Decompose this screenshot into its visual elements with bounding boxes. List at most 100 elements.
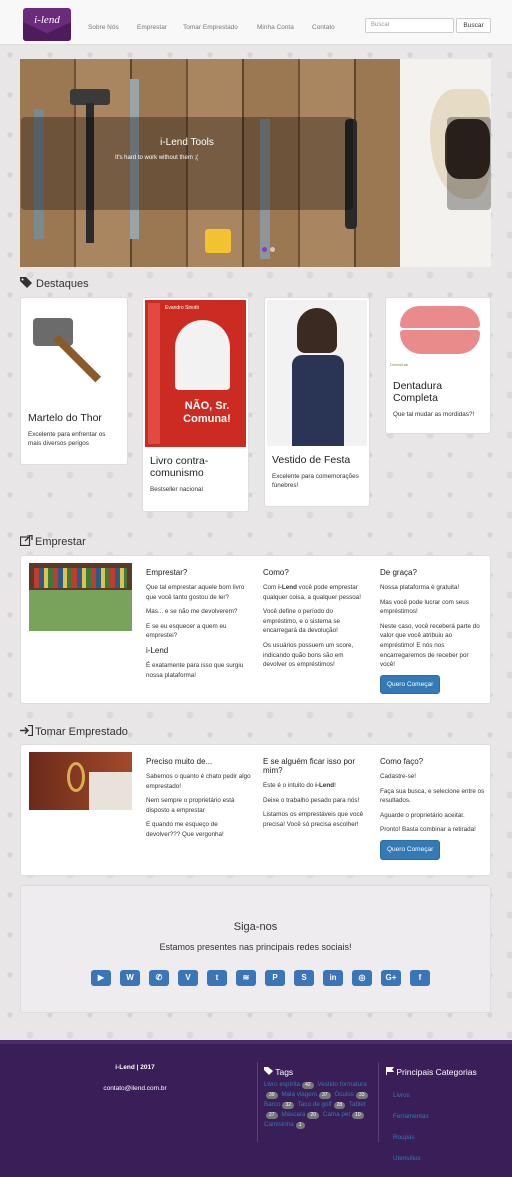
whatsapp-icon: ✆ [149, 970, 169, 986]
wordpress-icon-link[interactable]: W [118, 970, 140, 986]
carousel-indicator-2[interactable] [270, 247, 275, 252]
card-livro[interactable]: Evandro Sinotti NÃO, Sr. Comuna! Livro c… [142, 297, 249, 512]
col-heading: Como faço? [380, 757, 424, 766]
book-spine-shape [148, 303, 160, 444]
denture-upper-shape [400, 306, 480, 328]
category-link[interactable]: Utensílios [393, 1148, 429, 1169]
nav-item-sobre[interactable]: Sobre Nós [88, 24, 119, 31]
text-span: Com [263, 584, 279, 591]
hammer-handle-shape [53, 334, 102, 383]
col-subheading: i-Lend [146, 645, 169, 655]
logo[interactable]: i-lend [23, 8, 71, 41]
quero-comecar-button[interactable]: Quero Começar [380, 839, 441, 860]
tomar-col-2: E se alguém ficar isso por mim? Este é o… [263, 757, 368, 834]
nav-item-tomar-emprestado[interactable]: Tomar Emprestado [183, 24, 238, 31]
youtube-icon-link[interactable]: ▶ [89, 970, 111, 986]
col-text: Nem sempre o proprietário está disposto … [146, 797, 235, 814]
card-martelo[interactable]: Martelo do Thor Excelente para enfrentar… [20, 297, 128, 465]
skype-icon: S [294, 970, 314, 986]
category-link[interactable]: Livros [393, 1085, 429, 1106]
tag-link[interactable]: Óculos [334, 1091, 354, 1098]
nav-item-contato[interactable]: Contato [312, 24, 335, 31]
tag-cloud: Livro espírita 42 Vestido formatura 39 Mal… [264, 1080, 372, 1130]
tag-count-badge: 28 [333, 1102, 346, 1109]
google-plus-icon-link[interactable]: G+ [379, 970, 401, 986]
category-list: Livros Ferramentas Roupas Utensílios [393, 1085, 429, 1169]
category-link[interactable]: Roupas [393, 1127, 429, 1148]
tags-heading: Tags [264, 1067, 293, 1077]
books-shape [34, 568, 127, 588]
tomar-title: Tomar Emprestado [35, 726, 128, 738]
card-image [23, 300, 125, 404]
col-text: Mas você pode lucrar com seus empréstimo… [380, 598, 469, 616]
nav-item-emprestar[interactable]: Emprestar [137, 24, 167, 31]
card-title: Dentadura Completa [393, 380, 443, 404]
footer-divider [257, 1062, 258, 1142]
footer-contact: i-Lend | 2017 contato@ilend.com.br [0, 1064, 270, 1092]
quero-comecar-button[interactable]: Quero Começar [380, 674, 441, 695]
col-text: Neste caso, você receberá parte do valor… [380, 622, 480, 669]
follow-title: Siga-nos [233, 921, 278, 933]
linkedin-icon-link[interactable]: in [321, 970, 343, 986]
col-heading: Como? [263, 568, 289, 577]
tag-count-badge: 10 [352, 1112, 364, 1119]
tag-link[interactable]: Mala viagem [281, 1091, 317, 1098]
hand-shape [89, 772, 132, 810]
tomar-col-1: Preciso muito de... Sabemos o quanto é c… [146, 757, 251, 845]
tag-link[interactable]: Livro espírita [264, 1081, 300, 1088]
col-text: Sabemos o quanto é chato pedir algo empr… [146, 773, 251, 790]
door-knocker-image [29, 752, 132, 810]
card-desc: Excelente para enfrentar os mais diverso… [28, 431, 106, 447]
tag-link[interactable]: Vestido formatura [317, 1081, 366, 1088]
footer: i-Lend | 2017 contato@ilend.com.br Tags … [0, 1040, 512, 1177]
col-text: Com i-Lend você pode emprestar qualquer … [263, 583, 368, 602]
google-plus-icon: G+ [381, 970, 401, 986]
emprestar-col-1: Emprestar? Que tal emprestar aquele bom … [146, 568, 251, 685]
emprestar-title: Emprestar [35, 536, 86, 548]
whatsapp-icon-link[interactable]: ✆ [147, 970, 169, 986]
tag-link[interactable]: Taco de golf [298, 1101, 332, 1108]
tag-count-badge: 33 [355, 1092, 368, 1099]
book-author: Evandro Sinotti [165, 305, 199, 311]
card-vestido[interactable]: Vestido de Festa Excelente para comemora… [264, 297, 370, 507]
facebook-icon-link[interactable]: f [408, 970, 430, 986]
col-text: Cadastre-se! [380, 773, 417, 780]
search-button[interactable]: Buscar [456, 18, 491, 33]
tag-link[interactable]: Tablet [349, 1101, 366, 1108]
tag-count-badge: 42 [302, 1082, 314, 1089]
youtube-icon: ▶ [91, 970, 111, 986]
destaques-heading: Destaques [20, 277, 89, 290]
brand-bold: i-Lend [315, 782, 335, 789]
tag-link[interactable]: Barco [264, 1101, 280, 1108]
text-span: Este é o intuito do [263, 782, 316, 789]
tag-count-badge: 20 [307, 1112, 320, 1119]
categories-heading: Principais Categorias [386, 1067, 477, 1077]
tag-link[interactable]: Cama pet [323, 1111, 350, 1118]
footer-email[interactable]: contato@ilend.com.br [0, 1085, 270, 1092]
tag-link[interactable]: Máscara [281, 1111, 305, 1118]
twitter-icon-link[interactable]: t [205, 970, 227, 986]
knocker-shape [67, 762, 85, 792]
col-text: Deixe o trabalho pesado para nós! [263, 796, 360, 804]
tag-count-badge: 1 [295, 1122, 305, 1129]
instagram-icon-link[interactable]: ◎ [350, 970, 372, 986]
wordpress-icon: W [120, 970, 140, 986]
tomar-heading: Tomar Emprestado [20, 724, 128, 738]
card-dentadura[interactable]: DentalLab Dentadura Completa Que tal mud… [385, 297, 491, 434]
vimeo-icon-link[interactable]: V [176, 970, 198, 986]
karl-marx-illustration [175, 320, 230, 390]
nav-item-minha-conta[interactable]: Minha Conta [257, 24, 294, 31]
search-input[interactable]: Buscar [365, 18, 454, 33]
carousel-indicators [262, 247, 278, 254]
tag-icon [264, 1067, 273, 1075]
card-title: Martelo do Thor [28, 412, 102, 424]
carousel-indicator-1[interactable] [262, 247, 267, 252]
pinterest-icon-link[interactable]: P [263, 970, 285, 986]
tag-link[interactable]: Camisinha [264, 1121, 294, 1128]
spotify-icon-link[interactable]: ≋ [234, 970, 256, 986]
carousel-caption: i-Lend Tools It's hard to work without t… [21, 117, 353, 210]
col-heading: De graça? [380, 568, 417, 577]
skype-icon-link[interactable]: S [292, 970, 314, 986]
col-text: E quando me esqueço de devolver??? Que v… [146, 821, 224, 838]
category-link[interactable]: Ferramentas [393, 1106, 429, 1127]
